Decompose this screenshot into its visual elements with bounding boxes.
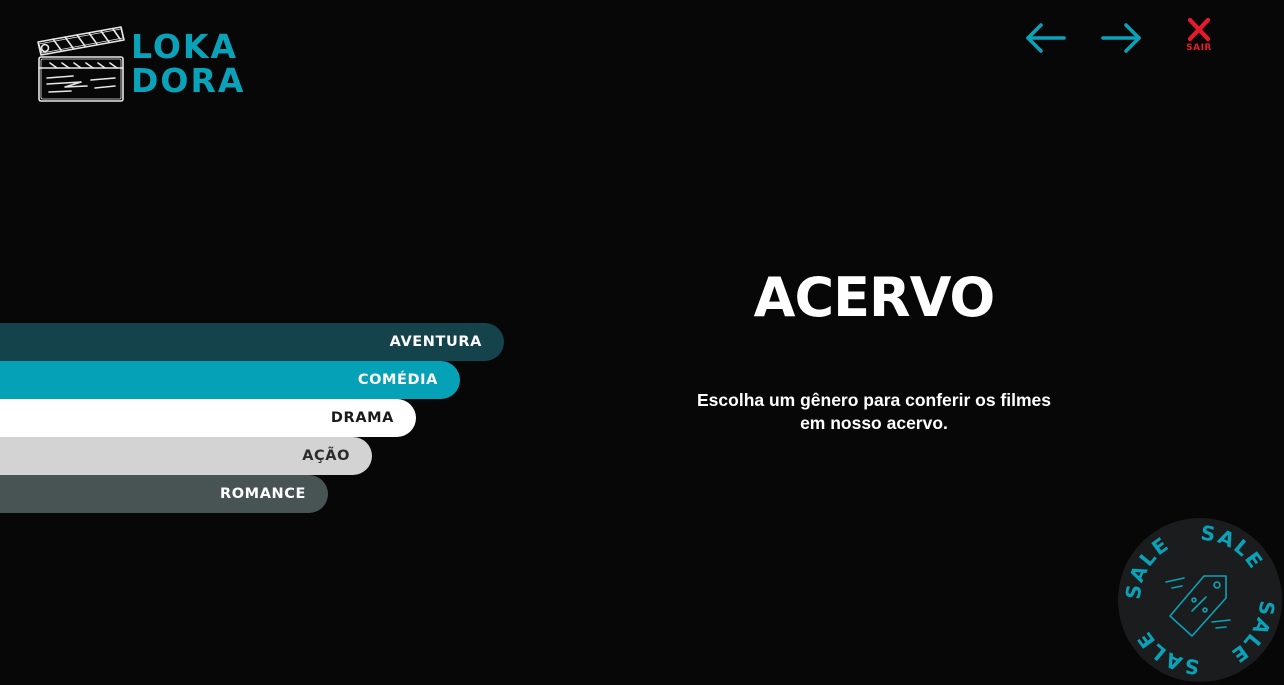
page: LOKA DORA SAIR AVENTURA COMÉDIA DRAMA AÇ… [0, 0, 1284, 685]
logo[interactable]: LOKA DORA [35, 24, 255, 108]
back-button[interactable] [1022, 18, 1068, 58]
genre-button-drama[interactable]: DRAMA [0, 399, 416, 437]
genre-button-acao[interactable]: AÇÃO [0, 437, 372, 475]
description-line-1: Escolha um gênero para conferir os filme… [697, 390, 1051, 410]
description-line-2: em nosso acervo. [800, 413, 948, 433]
exit-label: SAIR [1186, 43, 1212, 53]
next-button[interactable] [1099, 18, 1145, 58]
genre-button-romance[interactable]: ROMANCE [0, 475, 328, 513]
genre-button-comedia[interactable]: COMÉDIA [0, 361, 460, 399]
close-icon [1187, 17, 1211, 42]
genre-label: ROMANCE [219, 486, 306, 502]
sale-badge[interactable]: SALE SALE SALE SALE [1118, 518, 1282, 682]
sale-badge-graphic: SALE SALE SALE SALE [1118, 518, 1282, 682]
brand-line-2: DORA [131, 61, 246, 100]
exit-button[interactable]: SAIR [1180, 16, 1218, 58]
genre-label: DRAMA [330, 410, 394, 426]
genre-label: COMÉDIA [357, 372, 438, 388]
clapperboard-icon [37, 26, 125, 102]
brand-wordmark: LOKA DORA [131, 30, 245, 98]
genre-button-aventura[interactable]: AVENTURA [0, 323, 504, 361]
arrow-right-icon [1101, 23, 1141, 53]
genre-label: AVENTURA [389, 334, 482, 350]
arrow-left-icon [1026, 23, 1066, 53]
page-description: Escolha um gênero para conferir os filme… [664, 389, 1084, 435]
page-title: ACERVO [753, 266, 996, 329]
brand-line-1: LOKA [131, 27, 239, 66]
genre-label: AÇÃO [302, 448, 350, 464]
